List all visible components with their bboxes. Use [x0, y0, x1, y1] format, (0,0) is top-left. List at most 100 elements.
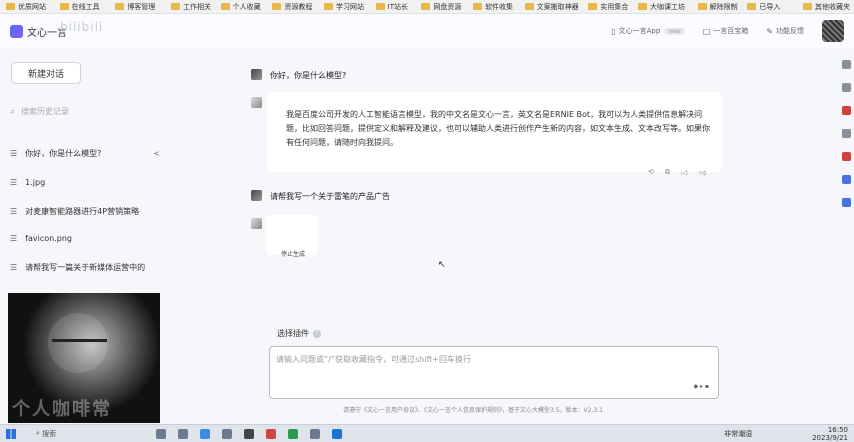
- taskbar-app-icon[interactable]: [200, 428, 211, 439]
- bookmark-icon[interactable]: [841, 83, 851, 92]
- user-message: 你好，你是什么模型?: [270, 71, 347, 80]
- folder-icon: [588, 3, 598, 10]
- bookmark-item[interactable]: 已导入: [747, 0, 803, 13]
- bookmark-item[interactable]: 优质网站: [6, 0, 60, 13]
- folder-icon: [375, 3, 385, 10]
- user-message: 请帮我写一个关于雷笔的产品广告: [270, 192, 390, 201]
- bookmark-item[interactable]: 大咖课工坊: [638, 0, 698, 13]
- message-actions: ⟲ ⧉ 👍︎ 👎︎: [648, 168, 717, 177]
- folder-icon: [59, 3, 69, 10]
- app-download-link[interactable]: ▯ 文心一言App new: [611, 26, 685, 36]
- info-icon: !: [313, 329, 321, 338]
- chat-icon: ☰: [10, 178, 18, 187]
- bookmark-item[interactable]: 实用集合: [588, 0, 638, 13]
- bookmark-item[interactable]: 解除限制: [697, 0, 748, 13]
- bookmark-item[interactable]: 其他收藏夹: [803, 0, 854, 13]
- tools-icon[interactable]: [841, 129, 851, 138]
- folder-icon: [170, 3, 180, 10]
- user-avatar[interactable]: [822, 20, 844, 42]
- webcam-watermark: 个人咖啡常: [12, 399, 112, 420]
- message-input[interactable]: [276, 354, 676, 370]
- taskbar-search[interactable]: ⌕ 搜索: [36, 429, 56, 439]
- video-watermark: bilibili: [60, 20, 104, 34]
- taskbar-app-icon[interactable]: [332, 428, 343, 439]
- user-avatar-small: [251, 69, 262, 80]
- office-icon[interactable]: [841, 152, 851, 161]
- bookmark-item[interactable]: 博客管理: [115, 0, 171, 13]
- folder-icon: [421, 3, 431, 10]
- taskbar-app-icon[interactable]: [178, 428, 189, 439]
- search-icon[interactable]: [841, 60, 851, 69]
- user-avatar-small: [251, 190, 262, 201]
- taskbar-app-icon[interactable]: [310, 428, 321, 439]
- edge-icon[interactable]: [841, 198, 851, 207]
- chat-icon: ☰: [10, 263, 18, 272]
- folder-icon: [524, 3, 534, 10]
- logo-icon: [10, 24, 23, 38]
- windows-start-icon[interactable]: [6, 428, 16, 439]
- bot-avatar-icon: [251, 218, 262, 229]
- taskbar-app-icon[interactable]: [156, 428, 167, 439]
- folder-icon: [324, 3, 333, 10]
- feedback-icon: ✎: [766, 26, 773, 36]
- bookmark-item[interactable]: 软件收集: [473, 0, 525, 13]
- chat-icon: ☰: [10, 207, 18, 216]
- bookmark-item[interactable]: 资源教程: [272, 0, 324, 13]
- assistant-message-text: 我是百度公司开发的人工智能语言模型，我的中文名是文心一言，英文名是ERNIE B…: [286, 110, 710, 147]
- send-icon[interactable]: ◆ ▸ ▪: [693, 383, 709, 390]
- thumbs-down-icon[interactable]: 👎︎: [699, 168, 706, 177]
- chat-icon: ☰: [10, 149, 18, 158]
- taskbar: ⌕ 搜索 非常潮湿 16:50 2023/9/21: [0, 424, 854, 442]
- footer-disclaimer: 请遵守《文心一言用户协议》、《文心一言个人信息保护规则》，基于文心大模型3.5，…: [343, 407, 603, 414]
- feedback-link[interactable]: ✎ 功能反馈: [766, 26, 804, 36]
- folder-icon: [638, 3, 648, 10]
- taskbar-app-icon[interactable]: [288, 428, 299, 439]
- weather-status[interactable]: 非常潮湿: [724, 429, 752, 439]
- folder-icon: [115, 3, 125, 10]
- plugin-store-link[interactable]: □ 一言百宝箱: [703, 26, 749, 36]
- history-item[interactable]: ☰ 请帮我写一篇关于新媒体运营中的: [10, 262, 160, 273]
- plugin-selector[interactable]: 选择插件 !: [277, 328, 321, 339]
- bookmark-item[interactable]: 网盘资源: [421, 0, 473, 13]
- app-logo[interactable]: 文心一言: [10, 24, 67, 39]
- bot-avatar-icon: [251, 97, 262, 108]
- stop-generation-button[interactable]: 停止生成: [281, 249, 305, 258]
- assistant-message: 我是百度公司开发的人工智能语言模型，我的中文名是文心一言，英文名是ERNIE B…: [267, 92, 722, 172]
- folder-icon: [6, 3, 15, 10]
- search-icon: ⌕: [10, 106, 16, 117]
- right-toolbar: [838, 60, 854, 221]
- folder-icon: [747, 3, 757, 10]
- regenerate-icon[interactable]: ⟲: [648, 168, 654, 177]
- new-chat-button[interactable]: 新建对话: [11, 62, 81, 84]
- bookmark-item[interactable]: 在线工具: [59, 0, 116, 13]
- taskbar-app-icon[interactable]: [266, 428, 277, 439]
- copy-icon[interactable]: ⧉: [665, 168, 670, 177]
- bookmark-item[interactable]: 个人收藏: [220, 0, 273, 13]
- history-item[interactable]: ☰ 对麦康智能路器进行4P营销策略: [10, 206, 160, 217]
- outlook-icon[interactable]: [841, 175, 851, 184]
- taskbar-app-icon[interactable]: [222, 428, 233, 439]
- folder-icon: [220, 3, 230, 10]
- webcam-overlay: 个人咖啡常: [8, 293, 160, 423]
- bookmark-item[interactable]: IT站长: [375, 0, 422, 13]
- thumbs-up-icon[interactable]: 👍︎: [681, 168, 688, 177]
- shopping-icon[interactable]: [841, 106, 851, 115]
- chat-area: 你好，你是什么模型? 我是百度公司开发的人工智能语言模型，我的中文名是文心一言，…: [165, 48, 854, 424]
- folder-icon: [803, 3, 812, 10]
- folder-icon: [697, 3, 707, 10]
- history-item[interactable]: ☰ 1.jpg: [10, 178, 160, 187]
- mouse-cursor-icon: ↖: [438, 260, 446, 270]
- phone-icon: ▯: [611, 26, 616, 36]
- bookmark-item[interactable]: 工作相关: [170, 0, 221, 13]
- bookmark-item[interactable]: 学习网站: [324, 0, 376, 13]
- history-search[interactable]: ⌕ 搜索历史记录: [10, 106, 69, 117]
- box-icon: □: [702, 26, 711, 36]
- bookmarks-bar: 优质网站 在线工具 博客管理 工作相关 个人收藏 资源教程 学习网站 IT站长 …: [0, 0, 854, 14]
- history-item[interactable]: ☰ 你好，你是什么模型? <: [10, 148, 160, 159]
- history-item[interactable]: ☰ favicon.png: [10, 234, 160, 243]
- system-clock[interactable]: 16:50 2023/9/21: [812, 426, 848, 442]
- taskbar-app-icon[interactable]: [244, 428, 255, 439]
- share-icon[interactable]: <: [153, 149, 160, 158]
- new-badge: new: [664, 27, 685, 35]
- bookmark-item[interactable]: 文案搬取神器: [524, 0, 589, 13]
